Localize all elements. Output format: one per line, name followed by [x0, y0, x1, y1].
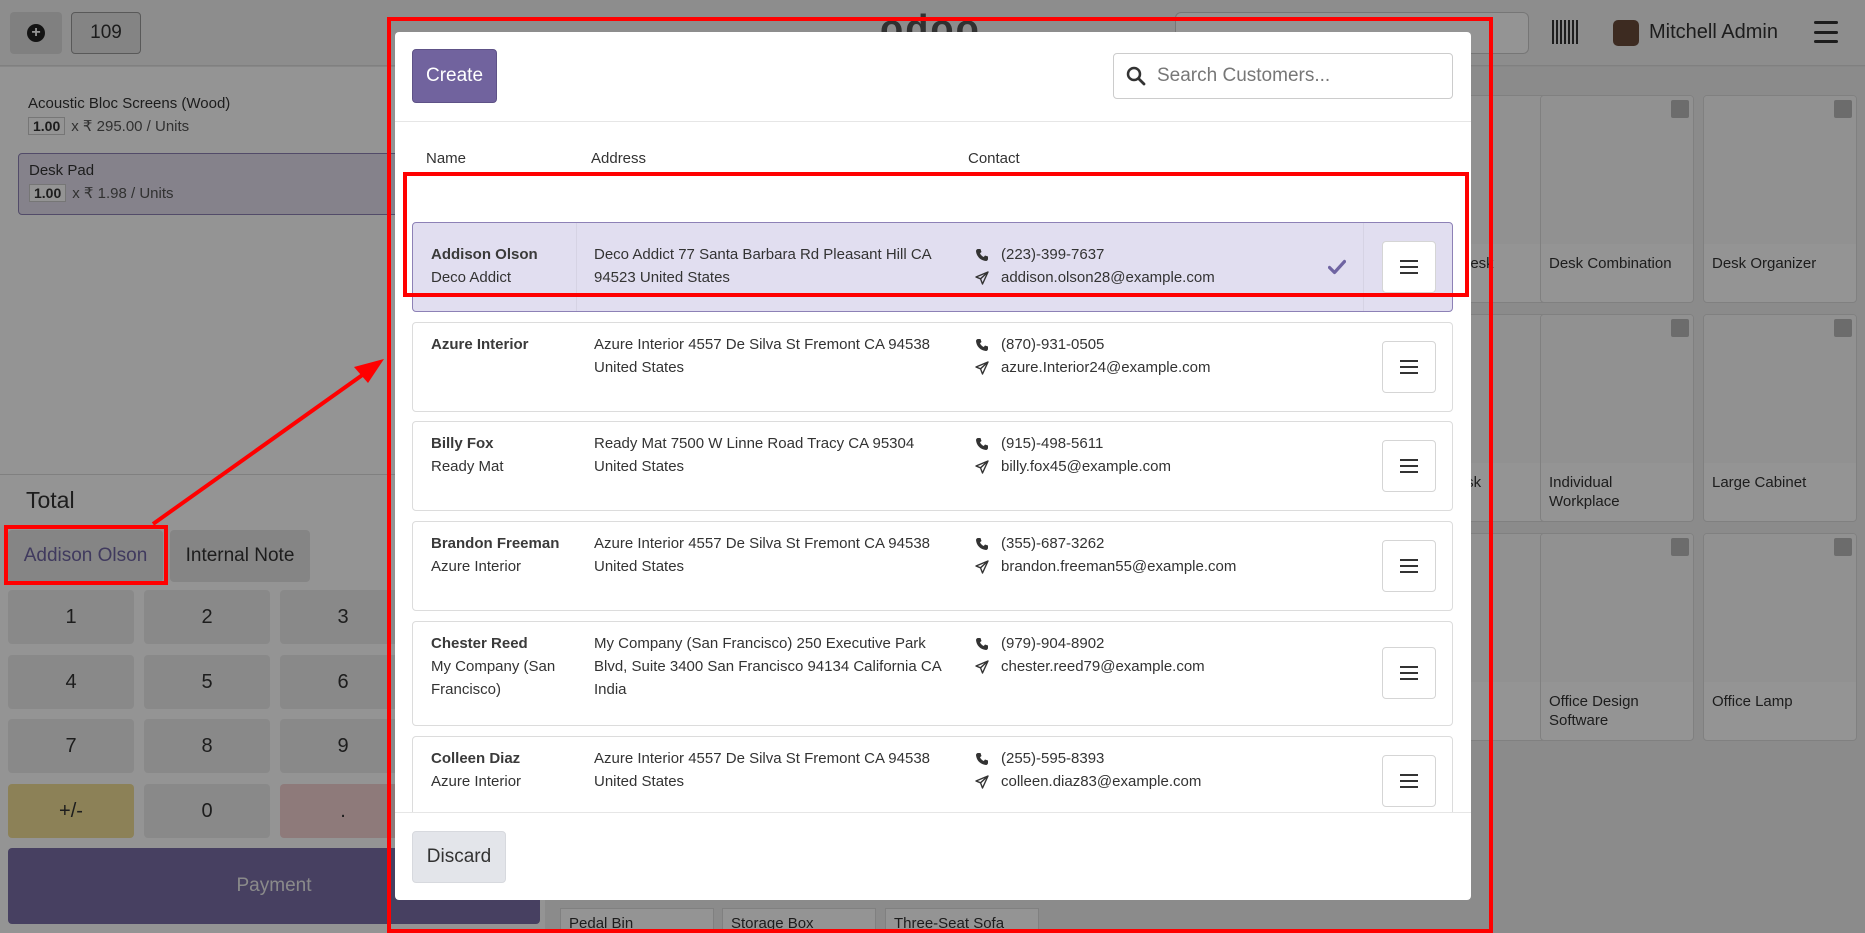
customer-row[interactable]: Billy Fox Ready Mat Ready Mat 7500 W Lin…	[412, 421, 1453, 511]
customer-name-cell: Colleen Diaz Azure Interior	[431, 747, 571, 793]
phone-icon	[976, 752, 988, 765]
customer-company: Azure Interior	[431, 558, 522, 575]
customer-name-cell: Addison Olson Deco Addict	[431, 243, 571, 289]
customer-details-button[interactable]	[1382, 341, 1436, 393]
customer-phone: (915)-498-5611	[1001, 435, 1104, 452]
paper-plane-icon	[975, 559, 989, 574]
customer-list: Addison Olson Deco Addict Deco Addict 77…	[412, 190, 1453, 812]
customer-contact: (915)-498-5611 billy.fox45@example.com	[975, 432, 1305, 478]
customer-email: azure.Interior24@example.com	[1001, 359, 1211, 376]
customer-name-cell: Brandon Freeman Azure Interior	[431, 532, 571, 578]
paper-plane-icon	[975, 659, 989, 674]
customer-address: My Company (San Francisco) 250 Executive…	[594, 635, 941, 698]
customer-email: billy.fox45@example.com	[1001, 458, 1172, 475]
phone-icon	[976, 537, 988, 550]
dialog-header: Create	[395, 32, 1471, 122]
customer-search-box[interactable]	[1113, 53, 1453, 99]
customer-name-cell: Chester Reed My Company (San Francisco)	[431, 632, 561, 701]
customer-address: Deco Addict 77 Santa Barbara Rd Pleasant…	[594, 246, 931, 286]
hamburger-icon	[1400, 774, 1418, 788]
customer-name: Billy Fox	[431, 435, 494, 452]
customer-contact: (223)-399-7637 addison.olson28@example.c…	[975, 243, 1305, 289]
customer-name: Azure Interior	[431, 336, 529, 353]
customer-phone: (979)-904-8902	[1001, 635, 1105, 652]
customer-phone: (355)-687-3262	[1001, 535, 1105, 552]
customer-company: Ready Mat	[431, 458, 504, 475]
customer-contact: (355)-687-3262 brandon.freeman55@example…	[975, 532, 1305, 578]
customer-address: Azure Interior 4557 De Silva St Fremont …	[594, 336, 931, 376]
customer-name: Chester Reed	[431, 635, 528, 652]
customer-contact: (255)-595-8393 colleen.diaz83@example.co…	[975, 747, 1305, 793]
dialog-footer: Discard	[395, 812, 1471, 900]
customer-phone: (255)-595-8393	[1001, 750, 1105, 767]
hamburger-icon	[1400, 559, 1418, 573]
hamburger-icon	[1400, 360, 1418, 374]
customer-name: Colleen Diaz	[431, 750, 521, 767]
customer-details-button[interactable]	[1382, 647, 1436, 699]
customer-company: Azure Interior	[431, 773, 522, 790]
hamburger-icon	[1400, 459, 1418, 473]
checkmark-icon	[1328, 259, 1346, 275]
customer-name-cell: Azure Interior	[431, 333, 571, 356]
customer-search-input[interactable]	[1157, 65, 1437, 87]
customer-row-selected[interactable]: Addison Olson Deco Addict Deco Addict 77…	[412, 222, 1453, 312]
customer-details-button[interactable]	[1382, 241, 1436, 293]
phone-icon	[976, 637, 988, 650]
customer-email: addison.olson28@example.com	[1001, 269, 1215, 286]
customer-name: Addison Olson	[431, 246, 538, 263]
column-header-name: Name	[426, 150, 467, 167]
customer-list-dialog: Create Name Address Contact Addison Olso…	[395, 32, 1471, 900]
paper-plane-icon	[975, 360, 989, 375]
customer-address: Azure Interior 4557 De Silva St Fremont …	[594, 535, 931, 575]
hamburger-icon	[1400, 666, 1418, 680]
customer-phone: (223)-399-7637	[1001, 246, 1105, 263]
discard-button[interactable]: Discard	[412, 831, 506, 883]
customer-row[interactable]: Chester Reed My Company (San Francisco) …	[412, 621, 1453, 726]
customer-email: colleen.diaz83@example.com	[1001, 773, 1202, 790]
customer-phone: (870)-931-0505	[1001, 336, 1105, 353]
customer-row[interactable]: Azure Interior Azure Interior 4557 De Si…	[412, 322, 1453, 412]
paper-plane-icon	[975, 459, 989, 474]
customer-email: chester.reed79@example.com	[1001, 658, 1205, 675]
customer-address: Azure Interior 4557 De Silva St Fremont …	[594, 750, 931, 790]
column-header-contact: Contact	[968, 150, 1020, 167]
column-header-address: Address	[591, 150, 647, 167]
customer-email: brandon.freeman55@example.com	[1001, 558, 1237, 575]
customer-name-cell: Billy Fox Ready Mat	[431, 432, 571, 478]
customer-row[interactable]: Colleen Diaz Azure Interior Azure Interi…	[412, 736, 1453, 812]
create-customer-button[interactable]: Create	[412, 49, 497, 103]
customer-company: My Company (San Francisco)	[431, 658, 556, 698]
phone-icon	[976, 338, 988, 351]
phone-icon	[976, 248, 988, 261]
customer-details-button[interactable]	[1382, 755, 1436, 807]
search-icon	[1126, 66, 1146, 86]
paper-plane-icon	[975, 774, 989, 789]
customer-company: Deco Addict	[431, 269, 512, 286]
customer-details-button[interactable]	[1382, 540, 1436, 592]
paper-plane-icon	[975, 270, 989, 285]
customer-contact: (870)-931-0505 azure.Interior24@example.…	[975, 333, 1305, 379]
customer-address: Ready Mat 7500 W Linne Road Tracy CA 953…	[594, 435, 915, 475]
customer-details-button[interactable]	[1382, 440, 1436, 492]
customer-name: Brandon Freeman	[431, 535, 560, 552]
phone-icon	[976, 437, 988, 450]
customer-contact: (979)-904-8902 chester.reed79@example.co…	[975, 632, 1305, 678]
customer-row[interactable]: Brandon Freeman Azure Interior Azure Int…	[412, 521, 1453, 611]
hamburger-icon	[1400, 260, 1418, 274]
